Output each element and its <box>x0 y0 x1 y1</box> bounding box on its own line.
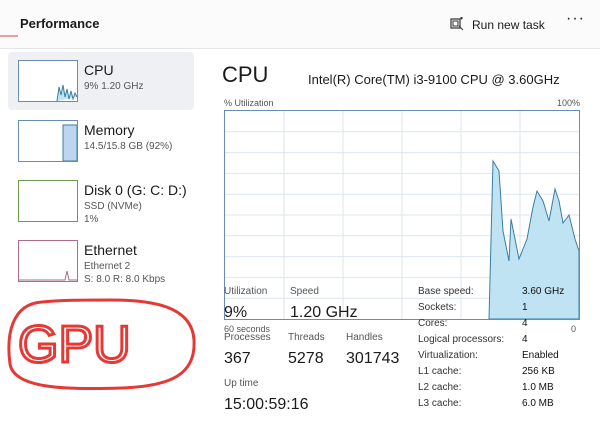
sidebar-item-sub: SSD (NVMe) 1% <box>84 200 142 226</box>
disk-thumbnail-graph <box>18 180 78 222</box>
more-options-button[interactable]: ··· <box>566 10 585 28</box>
sidebar-item-cpu[interactable]: CPU 9% 1.20 GHz <box>8 52 194 110</box>
spec-value: 3.60 GHz <box>522 286 565 297</box>
page-title: Performance <box>20 16 100 31</box>
uptime-label: Up time <box>224 378 259 389</box>
sidebar-item-label: Disk 0 (G: C: D:) <box>84 182 187 198</box>
spec-value: 4 <box>522 318 528 329</box>
cpu-title: CPU <box>222 62 269 87</box>
spec-value: 4 <box>522 334 528 345</box>
uptime-value: 15:00:59:16 <box>224 396 309 413</box>
new-task-icon <box>450 16 464 34</box>
sidebar-item-sub: 14.5/15.8 GB (92%) <box>84 141 173 152</box>
graph-time-label-end: 0 <box>570 324 576 334</box>
speed-value: 1.20 GHz <box>290 304 358 321</box>
sidebar-item-ethernet[interactable]: Ethernet Ethernet 2 S: 8.0 R: 8.0 Kbps <box>8 232 194 290</box>
cpu-thumbnail-graph <box>18 60 78 102</box>
cpu-model: Intel(R) Core(TM) i3-9100 CPU @ 3.60GHz <box>308 72 560 87</box>
sidebar-item-label: Memory <box>84 122 135 138</box>
sidebar-item-disk[interactable]: Disk 0 (G: C: D:) SSD (NVMe) 1% <box>8 172 194 230</box>
spec-label: Logical processors: <box>418 334 505 345</box>
speed-label: Speed <box>290 286 319 297</box>
threads-label: Threads <box>288 332 325 343</box>
spec-value: 1.0 MB <box>522 382 554 393</box>
utilization-axis-label: % Utilization <box>224 98 274 108</box>
sidebar-item-memory[interactable]: Memory 14.5/15.8 GB (92%) <box>8 112 194 170</box>
sidebar-item-label: CPU <box>84 62 114 78</box>
spec-label: Sockets: <box>418 302 457 313</box>
spec-label: Cores: <box>418 318 448 329</box>
sidebar-item-sub: Ethernet 2 S: 8.0 R: 8.0 Kbps <box>84 260 165 286</box>
spec-value: 6.0 MB <box>522 398 554 409</box>
spec-label: Virtualization: <box>418 350 478 361</box>
red-underline-decoration <box>0 35 18 37</box>
processes-value: 367 <box>224 350 251 367</box>
gpu-annotation-text: GPU <box>18 316 131 374</box>
sidebar-item-sub: 9% 1.20 GHz <box>84 81 144 92</box>
spec-value: 256 KB <box>522 366 555 377</box>
run-new-task-button[interactable]: Run new task <box>450 14 545 36</box>
spec-value: 1 <box>522 302 528 313</box>
threads-value: 5278 <box>288 350 324 367</box>
processes-label: Processes <box>224 332 271 343</box>
spec-value: Enabled <box>522 350 559 361</box>
ethernet-adapter: Ethernet 2 <box>84 261 131 272</box>
handles-value: 301743 <box>346 350 400 367</box>
ethernet-throughput: S: 8.0 R: 8.0 Kbps <box>84 274 166 285</box>
handles-label: Handles <box>346 332 383 343</box>
gpu-annotation: GPU <box>2 294 200 394</box>
spec-label: L2 cache: <box>418 382 462 393</box>
utilization-max-label: 100% <box>556 98 580 108</box>
run-new-task-label: Run new task <box>472 18 545 32</box>
disk-usage: 1% <box>84 214 99 225</box>
spec-label: L1 cache: <box>418 366 462 377</box>
memory-thumbnail-graph <box>18 120 78 162</box>
sidebar-item-label: Ethernet <box>84 242 137 258</box>
sidebar: CPU 9% 1.20 GHz Memory 14.5/15.8 GB (92%… <box>8 52 194 292</box>
disk-type: SSD (NVMe) <box>84 201 142 212</box>
spec-label: L3 cache: <box>418 398 462 409</box>
utilization-value: 9% <box>224 304 248 321</box>
ethernet-thumbnail-graph <box>18 240 78 282</box>
title-bar: Performance Run new task ··· <box>0 0 600 49</box>
utilization-label: Utilization <box>224 286 268 297</box>
spec-label: Base speed: <box>418 286 474 297</box>
